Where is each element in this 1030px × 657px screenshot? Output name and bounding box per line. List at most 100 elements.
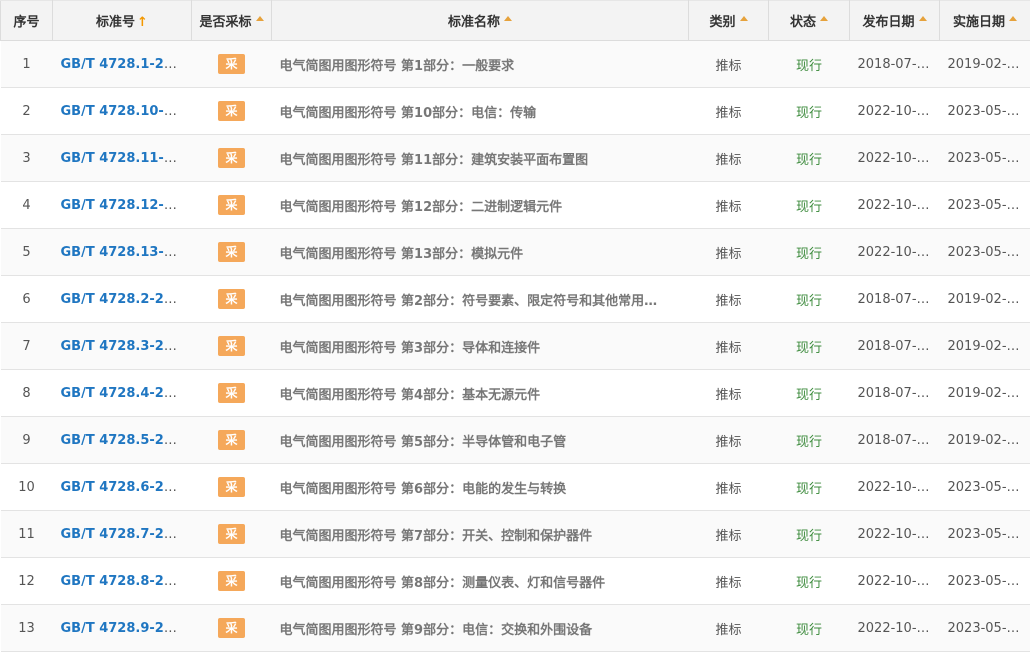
std-number-link[interactable]: GB/T 4728.6-2022 <box>61 480 191 495</box>
publish-date: 2018-07-13 <box>849 40 940 88</box>
col-header-impl[interactable]: 实施日期 <box>939 0 1030 41</box>
adopt-cell: 采 <box>191 463 272 511</box>
status-text: 现行 <box>768 228 850 276</box>
adopt-badge: 采 <box>218 289 245 309</box>
table-row: 10 GB/T 4728.6-2022 采 电气简图用图形符号 第6部分：电能的… <box>0 463 1030 511</box>
adopt-cell: 采 <box>191 134 272 182</box>
table-row: 4 GB/T 4728.12-2022 采 电气简图用图形符号 第12部分：二进… <box>0 181 1030 229</box>
row-number: 2 <box>0 87 53 135</box>
col-header-adopt-label: 是否采标 <box>199 15 252 30</box>
publish-date: 2022-10-14 <box>849 557 940 605</box>
row-number: 7 <box>0 322 53 370</box>
std-number-cell: GB/T 4728.9-2022 <box>52 604 192 652</box>
table-row: 13 GB/T 4728.9-2022 采 电气简图用图形符号 第9部分：电信：… <box>0 604 1030 652</box>
std-number-link[interactable]: GB/T 4728.8-2022 <box>61 574 191 589</box>
status-text: 现行 <box>768 134 850 182</box>
implement-date: 2023-05-01 <box>939 181 1030 229</box>
col-header-pub[interactable]: 发布日期 <box>849 0 940 41</box>
table-row: 7 GB/T 4728.3-2018 采 电气简图用图形符号 第3部分：导体和连… <box>0 322 1030 370</box>
implement-date: 2023-05-01 <box>939 510 1030 558</box>
std-number-cell: GB/T 4728.1-2018 <box>52 40 192 88</box>
adopt-badge: 采 <box>218 477 245 497</box>
std-type: 推标 <box>688 87 769 135</box>
col-header-type[interactable]: 类别 <box>688 0 769 41</box>
std-number-link[interactable]: GB/T 4728.10-2022 <box>61 104 192 119</box>
caret-up-icon[interactable] <box>255 16 264 21</box>
std-type: 推标 <box>688 181 769 229</box>
table-header: 序号 标准号 ↑ 是否采标 标准名称 类别 状态 发布日期 实施日期 <box>0 0 1030 41</box>
adopt-badge: 采 <box>218 524 245 544</box>
std-number-link[interactable]: GB/T 4728.2-2018 <box>61 292 191 307</box>
status-text: 现行 <box>768 322 850 370</box>
status-text: 现行 <box>768 40 850 88</box>
row-number: 4 <box>0 181 53 229</box>
std-type: 推标 <box>688 228 769 276</box>
row-number: 11 <box>0 510 53 558</box>
std-number-link[interactable]: GB/T 4728.11-2022 <box>61 151 192 166</box>
adopt-badge: 采 <box>218 148 245 168</box>
col-header-std[interactable]: 标准号 ↑ <box>52 0 192 41</box>
std-type: 推标 <box>688 134 769 182</box>
col-header-name-label: 标准名称 <box>447 15 500 30</box>
std-number-link[interactable]: GB/T 4728.1-2018 <box>61 57 191 72</box>
adopt-badge: 采 <box>218 383 245 403</box>
std-number-cell: GB/T 4728.4-2018 <box>52 369 192 417</box>
std-type: 推标 <box>688 40 769 88</box>
adopt-badge: 采 <box>218 242 245 262</box>
row-number: 10 <box>0 463 53 511</box>
caret-up-icon[interactable] <box>820 16 828 21</box>
row-number: 1 <box>0 40 53 88</box>
std-type: 推标 <box>688 416 769 464</box>
col-header-no: 序号 <box>0 0 53 41</box>
implement-date: 2023-05-01 <box>939 557 1030 605</box>
implement-date: 2023-05-01 <box>939 134 1030 182</box>
adopt-cell: 采 <box>191 275 272 323</box>
std-number-link[interactable]: GB/T 4728.4-2018 <box>61 386 191 401</box>
std-number-cell: GB/T 4728.3-2018 <box>52 322 192 370</box>
caret-up-icon[interactable] <box>504 16 512 21</box>
status-text: 现行 <box>768 557 850 605</box>
col-header-std-label: 标准号 <box>96 15 136 30</box>
caret-up-icon[interactable] <box>918 16 927 21</box>
col-header-status-label: 状态 <box>789 15 816 30</box>
std-number-link[interactable]: GB/T 4728.5-2018 <box>61 433 191 448</box>
adopt-cell: 采 <box>191 181 272 229</box>
caret-up-icon[interactable] <box>739 16 748 21</box>
status-text: 现行 <box>768 87 850 135</box>
std-number-cell: GB/T 4728.8-2022 <box>52 557 192 605</box>
status-text: 现行 <box>768 369 850 417</box>
col-header-adopt[interactable]: 是否采标 <box>191 0 272 41</box>
caret-up-icon[interactable] <box>1009 16 1017 21</box>
std-number-link[interactable]: GB/T 4728.13-2022 <box>61 245 192 260</box>
std-number-cell: GB/T 4728.2-2018 <box>52 275 192 323</box>
std-number-link[interactable]: GB/T 4728.9-2022 <box>61 621 191 636</box>
adopt-cell: 采 <box>191 604 272 652</box>
table-row: 8 GB/T 4728.4-2018 采 电气简图用图形符号 第4部分：基本无源… <box>0 369 1030 417</box>
publish-date: 2022-10-14 <box>849 87 940 135</box>
adopt-cell: 采 <box>191 510 272 558</box>
std-number-link[interactable]: GB/T 4728.12-2022 <box>61 198 192 213</box>
standards-table: 序号 标准号 ↑ 是否采标 标准名称 类别 状态 发布日期 实施日期 1 GB/T… <box>0 0 1030 652</box>
table-row: 12 GB/T 4728.8-2022 采 电气简图用图形符号 第8部分：测量仪… <box>0 557 1030 605</box>
adopt-badge: 采 <box>218 618 245 638</box>
row-number: 8 <box>0 369 53 417</box>
publish-date: 2022-10-14 <box>849 134 940 182</box>
std-number-cell: GB/T 4728.12-2022 <box>52 181 192 229</box>
std-number-cell: GB/T 4728.5-2018 <box>52 416 192 464</box>
col-header-status[interactable]: 状态 <box>768 0 850 41</box>
std-type: 推标 <box>688 510 769 558</box>
publish-date: 2022-10-14 <box>849 181 940 229</box>
std-number-link[interactable]: GB/T 4728.3-2018 <box>61 339 191 354</box>
col-header-name[interactable]: 标准名称 <box>271 0 689 41</box>
adopt-badge: 采 <box>218 571 245 591</box>
adopt-badge: 采 <box>218 54 245 74</box>
arrow-up-icon[interactable]: ↑ <box>137 15 148 30</box>
std-number-link[interactable]: GB/T 4728.7-2022 <box>61 527 191 542</box>
adopt-cell: 采 <box>191 369 272 417</box>
adopt-badge: 采 <box>218 101 245 121</box>
adopt-badge: 采 <box>218 430 245 450</box>
status-text: 现行 <box>768 604 850 652</box>
std-number-cell: GB/T 4728.11-2022 <box>52 134 192 182</box>
std-name: 电气简图用图形符号 第10部分：电信：传输 <box>271 87 689 135</box>
std-name: 电气简图用图形符号 第5部分：半导体管和电子管 <box>271 416 689 464</box>
